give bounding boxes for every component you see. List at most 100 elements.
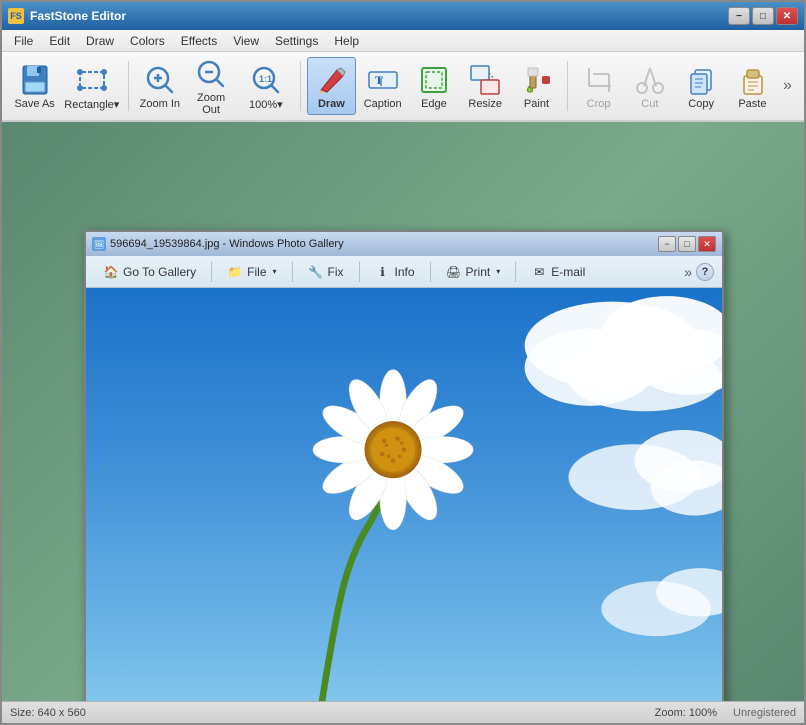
menu-settings[interactable]: Settings (267, 32, 326, 50)
title-bar: FS FastStone Editor − □ ✕ (2, 2, 804, 30)
photo-toolbar-sep-2 (292, 262, 293, 282)
photo-file-button[interactable]: 📁 File ▾ (218, 260, 285, 284)
status-zoom: Zoom: 100% (655, 707, 717, 719)
resize-icon (469, 64, 501, 96)
goto-gallery-icon: 🏠 (103, 264, 119, 280)
zoom-100-label: 100%▾ (249, 98, 283, 111)
status-registration: Unregistered (733, 707, 796, 719)
photo-display (86, 288, 722, 701)
rectangle-label: Rectangle▾ (64, 98, 119, 111)
toolbar-draw[interactable]: Draw (307, 57, 356, 115)
toolbar-cut: Cut (625, 57, 674, 115)
info-icon: ℹ (375, 264, 391, 280)
info-label: Info (395, 265, 415, 279)
photo-toolbar-sep-1 (211, 262, 212, 282)
photo-toolbar-sep-3 (359, 262, 360, 282)
fix-icon: 🔧 (308, 264, 324, 280)
menu-effects[interactable]: Effects (173, 32, 225, 50)
toolbar-zoom-in[interactable]: Zoom In (135, 57, 184, 115)
close-button[interactable]: ✕ (776, 7, 798, 25)
toolbar-crop: Crop (574, 57, 623, 115)
main-content: 🖼 596694_19539864.jpg - Windows Photo Ga… (2, 122, 804, 701)
svg-text:1:1: 1:1 (259, 74, 272, 84)
photo-goto-gallery-button[interactable]: 🏠 Go To Gallery (94, 260, 205, 284)
toolbar-save-as[interactable]: Save As (10, 57, 59, 115)
toolbar-copy[interactable]: Copy (676, 57, 725, 115)
separator-2 (300, 61, 301, 111)
menu-draw[interactable]: Draw (78, 32, 122, 50)
toolbar-more[interactable]: » (779, 73, 796, 99)
toolbar-resize[interactable]: Resize (461, 57, 510, 115)
file-icon: 📁 (227, 264, 243, 280)
toolbar-edge[interactable]: Edge (409, 57, 458, 115)
menu-file[interactable]: File (6, 32, 41, 50)
edge-label: Edge (421, 98, 447, 110)
menu-bar: File Edit Draw Colors Effects View Setti… (2, 30, 804, 52)
print-label: Print (466, 265, 491, 279)
separator-3 (567, 61, 568, 111)
title-bar-buttons: − □ ✕ (728, 7, 798, 25)
toolbar-caption[interactable]: T Caption (358, 57, 407, 115)
edge-icon (418, 64, 450, 96)
photo-gallery-title: 596694_19539864.jpg - Windows Photo Gall… (110, 238, 658, 250)
print-icon: 🖨 (446, 264, 462, 280)
photo-info-button[interactable]: ℹ Info (366, 260, 424, 284)
photo-help-button[interactable]: ? (696, 263, 714, 281)
paint-icon (520, 64, 552, 96)
menu-help[interactable]: Help (326, 32, 367, 50)
save-as-icon (19, 64, 51, 96)
toolbar-rectangle[interactable]: Rectangle▾ (61, 57, 122, 115)
photo-toolbar: 🏠 Go To Gallery 📁 File ▾ 🔧 Fix ℹ Inf (86, 256, 722, 288)
photo-minimize-button[interactable]: − (658, 236, 676, 252)
toolbar-zoom-out[interactable]: Zoom Out (186, 57, 235, 115)
copy-icon (685, 64, 717, 96)
zoom-100-icon: 1:1 (250, 64, 282, 96)
draw-label: Draw (318, 98, 345, 110)
draw-icon (315, 64, 347, 96)
zoom-in-label: Zoom In (140, 98, 180, 110)
svg-text:T: T (375, 73, 383, 87)
fix-label: Fix (328, 265, 344, 279)
maximize-button[interactable]: □ (752, 7, 774, 25)
menu-edit[interactable]: Edit (41, 32, 78, 50)
photo-maximize-button[interactable]: □ (678, 236, 696, 252)
photo-gallery-icon: 🖼 (92, 237, 106, 251)
copy-label: Copy (688, 98, 714, 110)
app-icon: FS (8, 8, 24, 24)
photo-fix-button[interactable]: 🔧 Fix (299, 260, 353, 284)
rectangle-icon (76, 64, 108, 96)
menu-colors[interactable]: Colors (122, 32, 173, 50)
status-bar: Size: 640 x 560 Zoom: 100% Unregistered (2, 701, 804, 723)
minimize-button[interactable]: − (728, 7, 750, 25)
app-title: FastStone Editor (30, 9, 728, 23)
cut-label: Cut (641, 98, 658, 110)
photo-gallery-title-buttons: − □ ✕ (658, 236, 716, 252)
paste-icon (736, 64, 768, 96)
file-label: File (247, 265, 266, 279)
email-icon: ✉ (531, 264, 547, 280)
photo-print-button[interactable]: 🖨 Print ▾ (437, 260, 510, 284)
file-dropdown-arrow: ▾ (273, 267, 277, 276)
photo-svg (86, 288, 722, 701)
caption-label: Caption (364, 98, 402, 110)
resize-label: Resize (468, 98, 502, 110)
crop-icon (583, 64, 615, 96)
goto-gallery-label: Go To Gallery (123, 265, 196, 279)
toolbar: Save As Rectangle▾ (2, 52, 804, 122)
caption-icon: T (367, 64, 399, 96)
cut-icon (634, 64, 666, 96)
photo-email-button[interactable]: ✉ E-mail (522, 260, 594, 284)
email-label: E-mail (551, 265, 585, 279)
photo-toolbar-sep-5 (515, 262, 516, 282)
crop-label: Crop (587, 98, 611, 110)
photo-close-button[interactable]: ✕ (698, 236, 716, 252)
main-window: FS FastStone Editor − □ ✕ File Edit Draw… (0, 0, 806, 725)
toolbar-paint[interactable]: Paint (512, 57, 561, 115)
photo-toolbar-sep-4 (430, 262, 431, 282)
status-size: Size: 640 x 560 (10, 707, 655, 719)
toolbar-paste[interactable]: Paste (728, 57, 777, 115)
photo-toolbar-more[interactable]: » (684, 264, 692, 280)
zoom-out-label: Zoom Out (189, 92, 232, 116)
menu-view[interactable]: View (225, 32, 267, 50)
toolbar-zoom-100[interactable]: 1:1 100%▾ (238, 57, 294, 115)
